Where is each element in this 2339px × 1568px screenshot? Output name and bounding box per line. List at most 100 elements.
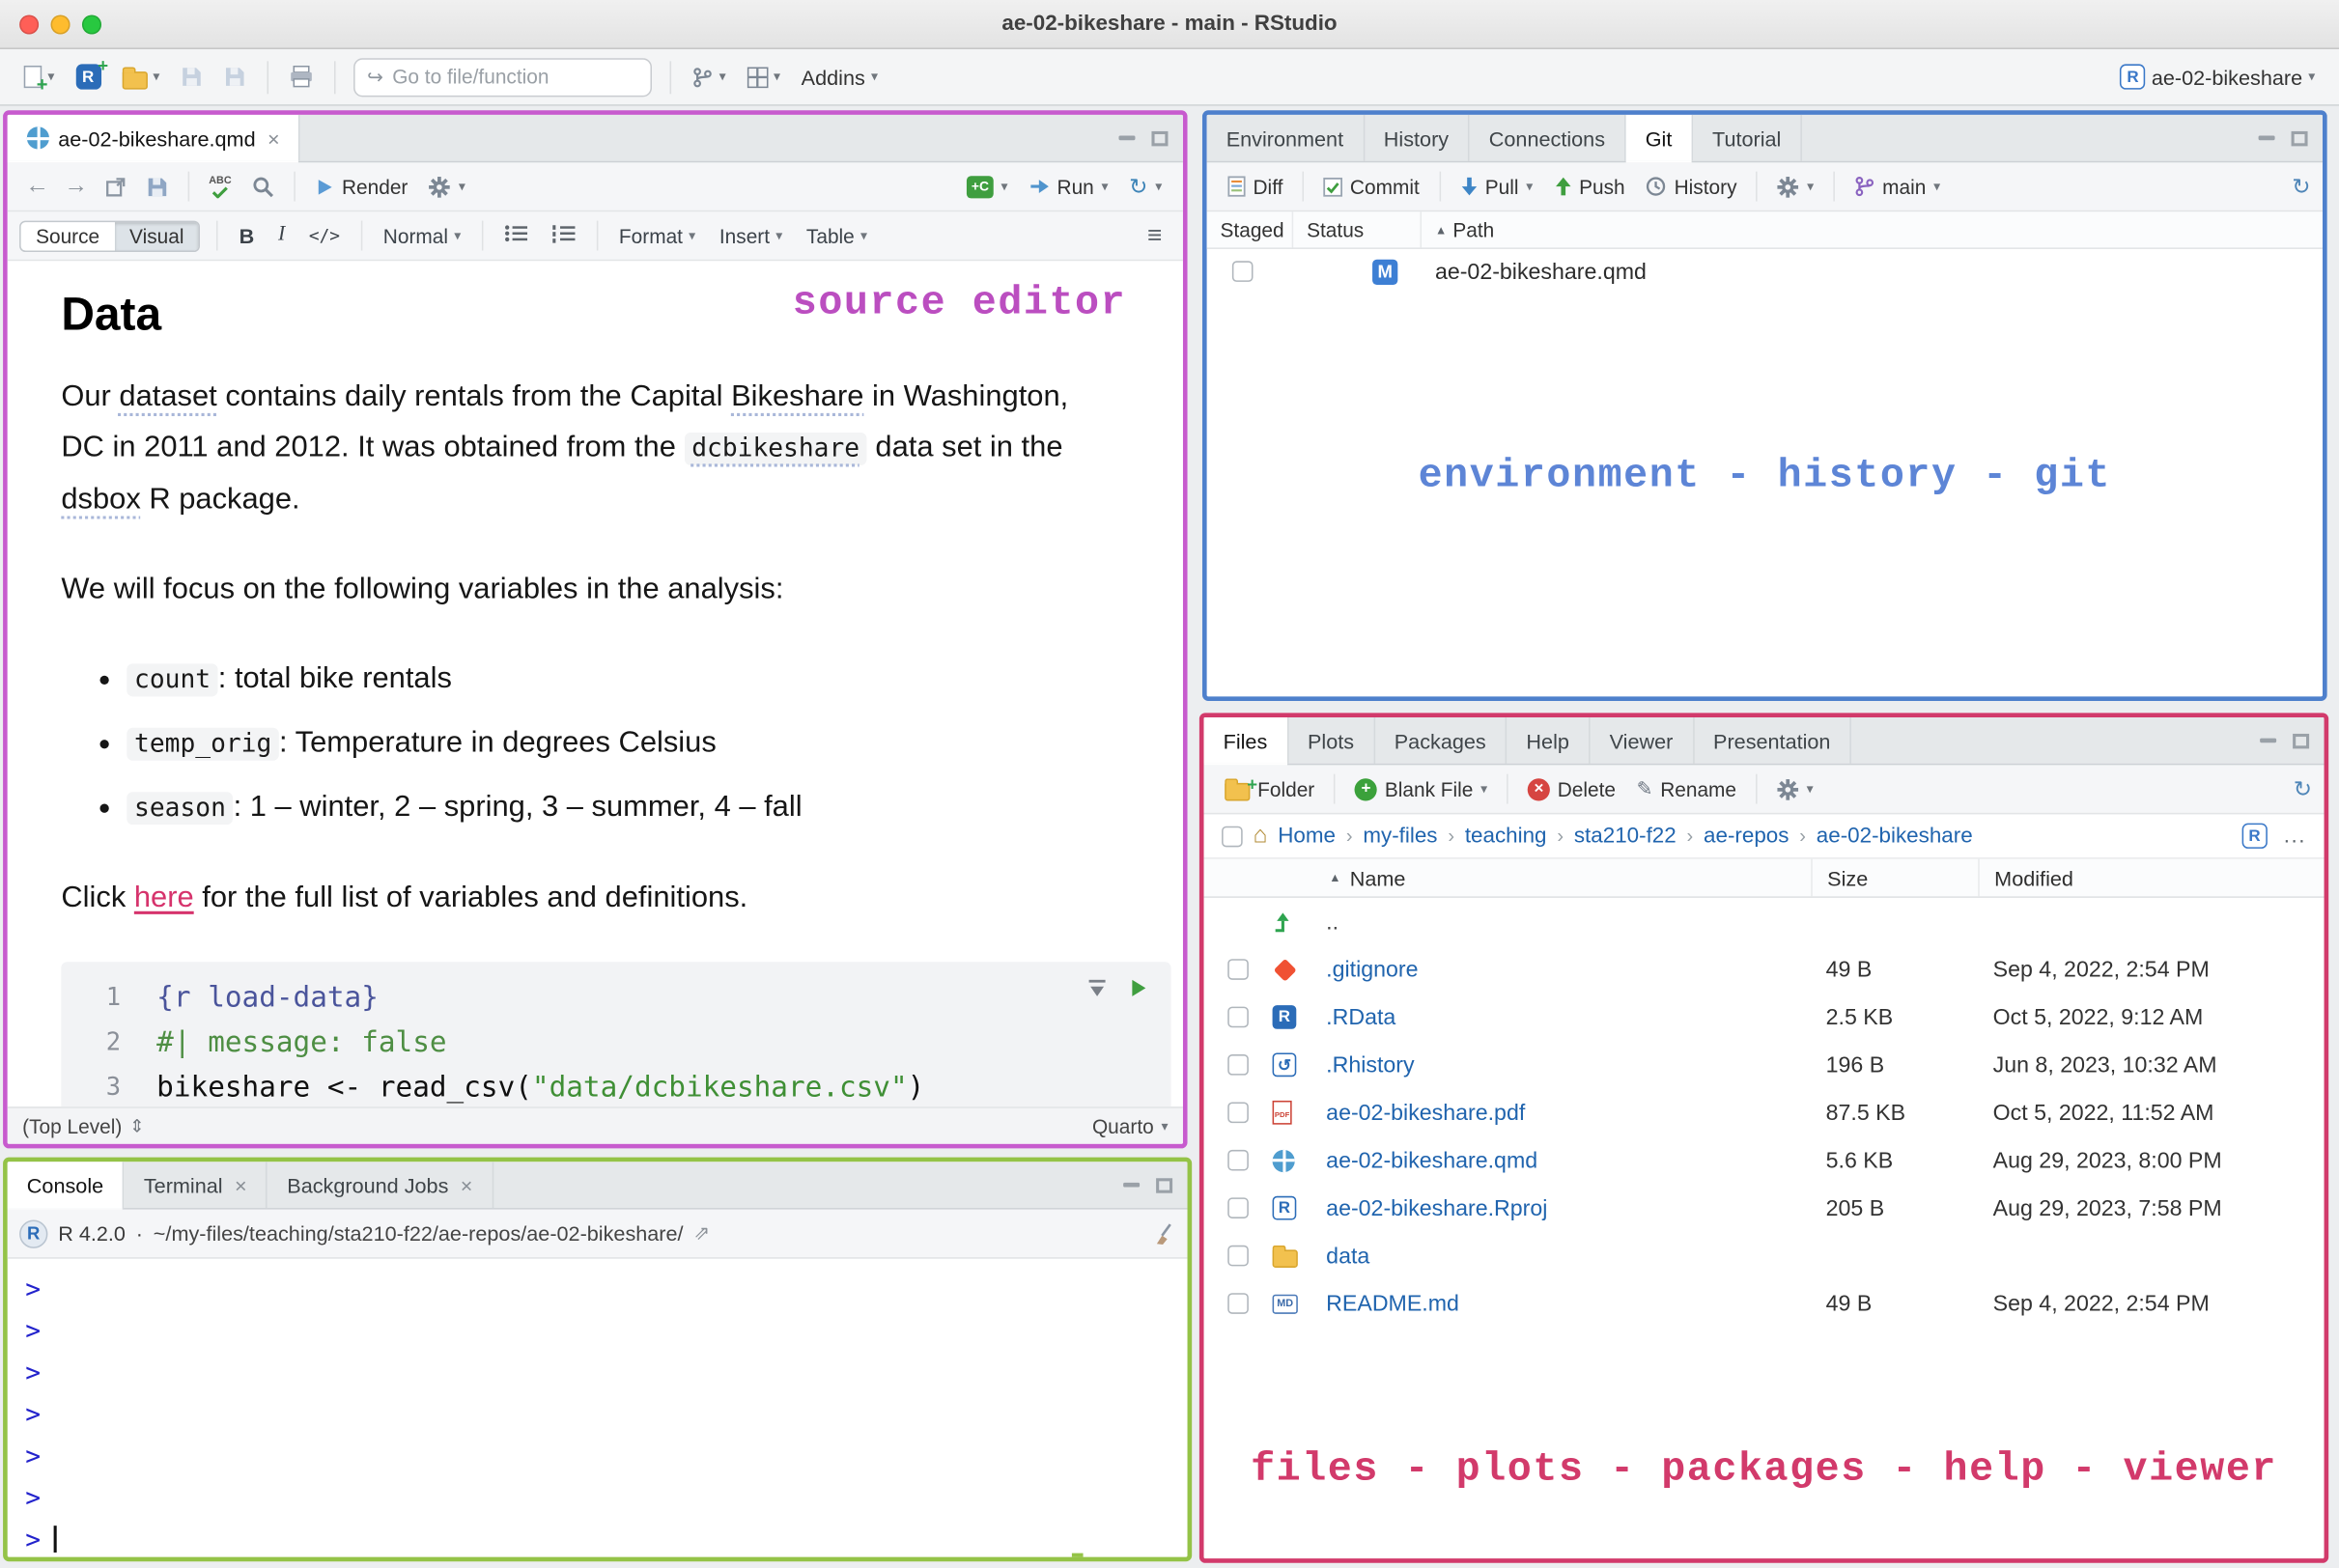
tab-viewer[interactable]: Viewer: [1591, 716, 1694, 764]
save-document-button[interactable]: [137, 171, 178, 202]
delete-button[interactable]: × Delete: [1519, 773, 1625, 804]
file-checkbox[interactable]: [1227, 1197, 1249, 1218]
here-link[interactable]: here: [134, 882, 194, 914]
save-button[interactable]: [172, 60, 212, 95]
commit-button[interactable]: Commit: [1314, 171, 1428, 202]
file-name-link[interactable]: .RData: [1326, 1004, 1395, 1029]
tab-packages[interactable]: Packages: [1375, 716, 1508, 764]
tab-git[interactable]: Git: [1625, 114, 1693, 163]
popout-button[interactable]: [97, 172, 134, 200]
console-body[interactable]: > > > > > > > console: [8, 1259, 1188, 1557]
table-menu[interactable]: Table ▾: [796, 221, 878, 249]
minimize-pane-icon[interactable]: [2258, 135, 2275, 141]
save-all-button[interactable]: [215, 60, 256, 95]
find-replace-button[interactable]: [243, 171, 284, 202]
rename-button[interactable]: ✎ Rename: [1627, 772, 1745, 805]
minimize-pane-icon[interactable]: [1118, 135, 1136, 141]
breadcrumb-home[interactable]: Home: [1278, 824, 1336, 848]
maximize-pane-icon[interactable]: [2291, 130, 2308, 146]
file-row[interactable]: R .RData 2.5 KB Oct 5, 2022, 9:12 AM: [1204, 994, 2325, 1041]
run-chunks-above-icon[interactable]: [1087, 978, 1107, 997]
print-button[interactable]: [280, 60, 322, 95]
goto-file-input[interactable]: [392, 65, 639, 89]
minimize-pane-icon[interactable]: [2260, 738, 2277, 743]
render-button[interactable]: Render: [306, 171, 417, 202]
file-name-link[interactable]: README.md: [1326, 1291, 1459, 1316]
file-row-up[interactable]: ..: [1204, 898, 2325, 945]
addins-menu[interactable]: Addins ▾: [792, 59, 887, 95]
select-all-checkbox[interactable]: [1222, 825, 1243, 847]
column-status[interactable]: Status: [1293, 211, 1423, 248]
document-mode[interactable]: Quarto: [1092, 1115, 1154, 1137]
branch-selector[interactable]: main ▾: [1846, 171, 1950, 202]
close-window-button[interactable]: [19, 14, 40, 34]
version-control-button[interactable]: ▾: [684, 61, 735, 94]
open-file-button[interactable]: ▾: [113, 59, 169, 95]
bullet-list-button[interactable]: [493, 221, 538, 251]
new-folder-button[interactable]: Folder: [1216, 772, 1324, 805]
back-icon[interactable]: ←: [19, 173, 55, 200]
rerun-button[interactable]: ↻ ▾: [1120, 169, 1171, 205]
insert-chunk-button[interactable]: +C ▾: [958, 171, 1017, 202]
git-settings-button[interactable]: ▾: [1768, 171, 1822, 202]
close-tab-icon[interactable]: ×: [461, 1173, 473, 1197]
insert-menu[interactable]: Insert ▾: [709, 221, 793, 249]
forward-icon[interactable]: →: [58, 173, 94, 200]
workspace-panes-button[interactable]: ▾: [738, 61, 789, 94]
tab-tutorial[interactable]: Tutorial: [1693, 114, 1802, 161]
open-directory-icon[interactable]: ⇗: [693, 1221, 710, 1246]
maximize-pane-icon[interactable]: [1156, 1177, 1173, 1192]
italic-button[interactable]: I: [268, 221, 296, 251]
visual-mode-button[interactable]: Visual: [114, 221, 199, 250]
breadcrumb-ellipsis-button[interactable]: ...: [2284, 824, 2306, 848]
push-button[interactable]: Push: [1545, 171, 1634, 202]
tab-connections[interactable]: Connections: [1470, 114, 1626, 161]
column-size[interactable]: Size: [1811, 858, 1978, 897]
column-name[interactable]: ▲ Name: [1204, 859, 1812, 897]
file-row[interactable]: ↺ .Rhistory 196 B Jun 8, 2023, 10:32 AM: [1204, 1041, 2325, 1088]
code-button[interactable]: </>: [298, 222, 351, 249]
breadcrumb-sta210-f22[interactable]: sta210-f22: [1574, 824, 1677, 848]
scope-indicator[interactable]: (Top Level): [22, 1115, 122, 1137]
bold-button[interactable]: B: [229, 221, 265, 251]
history-button[interactable]: History: [1637, 171, 1746, 202]
file-name-link[interactable]: .gitignore: [1326, 957, 1418, 982]
render-settings-button[interactable]: ▾: [420, 171, 474, 202]
close-tab-icon[interactable]: ×: [235, 1173, 247, 1197]
file-checkbox[interactable]: [1227, 1149, 1249, 1171]
spellcheck-button[interactable]: ABC: [200, 171, 240, 202]
column-modified[interactable]: Modified: [1978, 858, 2324, 897]
diff-button[interactable]: Diff: [1219, 171, 1292, 202]
file-checkbox[interactable]: [1227, 1245, 1249, 1267]
tab-history[interactable]: History: [1365, 114, 1470, 161]
file-row[interactable]: R ae-02-bikeshare.Rproj 205 B Aug 29, 20…: [1204, 1184, 2325, 1231]
refresh-icon[interactable]: ↻: [2294, 775, 2312, 802]
tab-plots[interactable]: Plots: [1288, 716, 1375, 764]
code-chunk[interactable]: 1 {r load-data} 2 #| message: false 3 bikes…: [61, 962, 1171, 1107]
file-row[interactable]: ae-02-bikeshare.pdf 87.5 KB Oct 5, 2022,…: [1204, 1089, 2325, 1136]
file-checkbox[interactable]: [1227, 1006, 1249, 1028]
new-project-button[interactable]: R: [67, 55, 110, 96]
staged-checkbox[interactable]: [1231, 261, 1254, 282]
source-mode-button[interactable]: Source: [21, 221, 115, 249]
tab-terminal[interactable]: Terminal ×: [125, 1162, 268, 1209]
file-checkbox[interactable]: [1227, 1102, 1249, 1124]
refresh-icon[interactable]: ↻: [2292, 173, 2310, 200]
new-file-button[interactable]: ▾: [14, 60, 63, 96]
file-name-link[interactable]: .Rhistory: [1326, 1052, 1414, 1078]
pull-button[interactable]: Pull ▾: [1451, 171, 1541, 202]
minimize-pane-icon[interactable]: [1123, 1182, 1141, 1188]
file-name-link[interactable]: ae-02-bikeshare.pdf: [1326, 1100, 1525, 1125]
breadcrumb-teaching[interactable]: teaching: [1465, 824, 1547, 848]
tab-console[interactable]: Console: [7, 1162, 125, 1210]
column-path[interactable]: ▲ Path: [1422, 211, 2323, 247]
scope-stepper-icon[interactable]: ⇕: [129, 1115, 145, 1136]
file-name-link[interactable]: data: [1326, 1243, 1369, 1268]
file-name-link[interactable]: ae-02-bikeshare.qmd: [1326, 1148, 1537, 1173]
document-body[interactable]: Data Our dataset contains daily rentals …: [7, 261, 1183, 1107]
zoom-window-button[interactable]: [81, 14, 102, 34]
maximize-pane-icon[interactable]: [2293, 733, 2310, 748]
tab-help[interactable]: Help: [1507, 716, 1591, 764]
project-selector[interactable]: R ae-02-bikeshare ▾: [2111, 58, 2324, 96]
column-staged[interactable]: Staged: [1207, 211, 1294, 248]
